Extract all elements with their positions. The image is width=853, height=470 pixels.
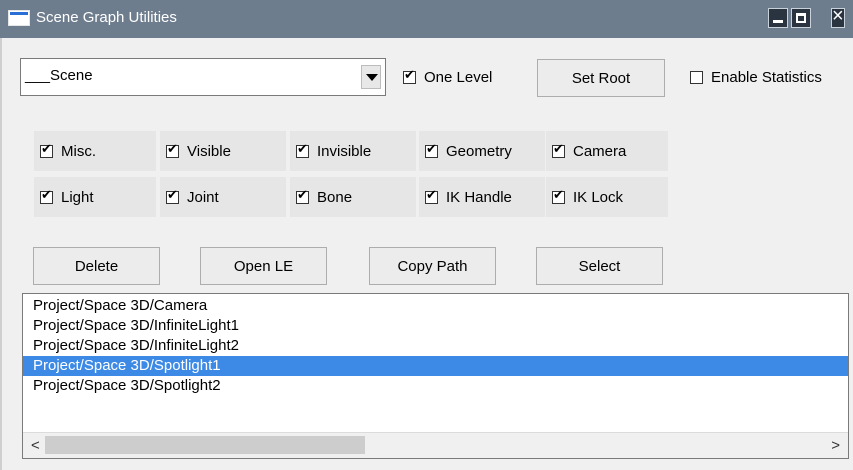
minimize-icon[interactable]	[768, 8, 788, 28]
filter-ik-handle[interactable]: IK Handle	[419, 177, 545, 217]
select-button[interactable]: Select	[536, 247, 663, 285]
enable-statistics-label: Enable Statistics	[711, 68, 822, 86]
filter-light-label: Light	[61, 188, 94, 206]
list-item[interactable]: Project/Space 3D/InfiniteLight2	[33, 336, 239, 356]
enable-statistics-check-icon[interactable]	[690, 70, 703, 84]
filter-joint-check-icon[interactable]	[166, 188, 179, 204]
list-item[interactable]: Project/Space 3D/InfiniteLight1	[33, 316, 239, 336]
filter-visible-label: Visible	[187, 142, 231, 160]
open-le-button[interactable]: Open LE	[200, 247, 327, 285]
scroll-right-icon[interactable]: >	[831, 437, 840, 454]
filter-geometry[interactable]: Geometry	[419, 131, 545, 171]
filter-misc-check-icon[interactable]	[40, 142, 53, 158]
filter-light-check-icon[interactable]	[40, 188, 53, 204]
filter-camera[interactable]: Camera	[546, 131, 668, 171]
one-level-check-icon[interactable]	[403, 68, 416, 84]
filter-ik-lock-label: IK Lock	[573, 188, 624, 206]
filter-bone-check-icon[interactable]	[296, 188, 309, 204]
filter-invisible[interactable]: Invisible	[290, 131, 416, 171]
filter-geometry-label: Geometry	[446, 142, 512, 160]
scene-select[interactable]: ___Scene	[20, 58, 386, 96]
delete-button[interactable]: Delete	[33, 247, 160, 285]
path-list[interactable]: Project/Space 3D/Camera Project/Space 3D…	[22, 293, 849, 459]
filter-misc-label: Misc.	[61, 142, 96, 160]
filter-ik-handle-label: IK Handle	[446, 188, 512, 206]
copy-path-button[interactable]: Copy Path	[369, 247, 496, 285]
filter-invisible-label: Invisible	[317, 142, 372, 160]
enable-statistics-checkbox[interactable]: Enable Statistics	[690, 65, 822, 89]
filter-camera-check-icon[interactable]	[552, 142, 565, 158]
filter-ik-handle-check-icon[interactable]	[425, 188, 438, 204]
one-level-label: One Level	[424, 68, 493, 86]
window-title: Scene Graph Utilities	[36, 9, 177, 26]
scene-select-value: ___Scene	[25, 67, 93, 84]
list-item[interactable]: Project/Space 3D/Camera	[33, 296, 207, 316]
list-item-selected[interactable]: Project/Space 3D/Spotlight1	[23, 356, 848, 376]
filter-misc[interactable]: Misc.	[34, 131, 156, 171]
window-icon	[8, 10, 30, 26]
one-level-checkbox[interactable]: One Level	[403, 65, 492, 89]
filter-ik-lock[interactable]: IK Lock	[546, 177, 668, 217]
scroll-left-icon[interactable]: <	[31, 437, 40, 454]
scrollbar-thumb[interactable]	[45, 436, 365, 454]
list-item[interactable]: Project/Space 3D/Spotlight2	[33, 376, 221, 396]
filter-joint-label: Joint	[187, 188, 219, 206]
filter-camera-label: Camera	[573, 142, 627, 160]
horizontal-scrollbar[interactable]: < >	[23, 432, 848, 458]
filter-visible[interactable]: Visible	[160, 131, 286, 171]
title-bar: Scene Graph Utilities	[0, 0, 853, 38]
maximize-icon[interactable]	[791, 8, 811, 28]
filter-bone-label: Bone	[317, 188, 353, 206]
filter-joint[interactable]: Joint	[160, 177, 286, 217]
filter-geometry-check-icon[interactable]	[425, 142, 438, 158]
filter-invisible-check-icon[interactable]	[296, 142, 309, 158]
filter-bone[interactable]: Bone	[290, 177, 416, 217]
chevron-down-icon[interactable]	[361, 65, 381, 89]
filter-ik-lock-check-icon[interactable]	[552, 188, 565, 204]
filter-visible-check-icon[interactable]	[166, 142, 179, 158]
filter-light[interactable]: Light	[34, 177, 156, 217]
set-root-button[interactable]: Set Root	[537, 59, 665, 97]
close-icon[interactable]	[831, 5, 845, 28]
